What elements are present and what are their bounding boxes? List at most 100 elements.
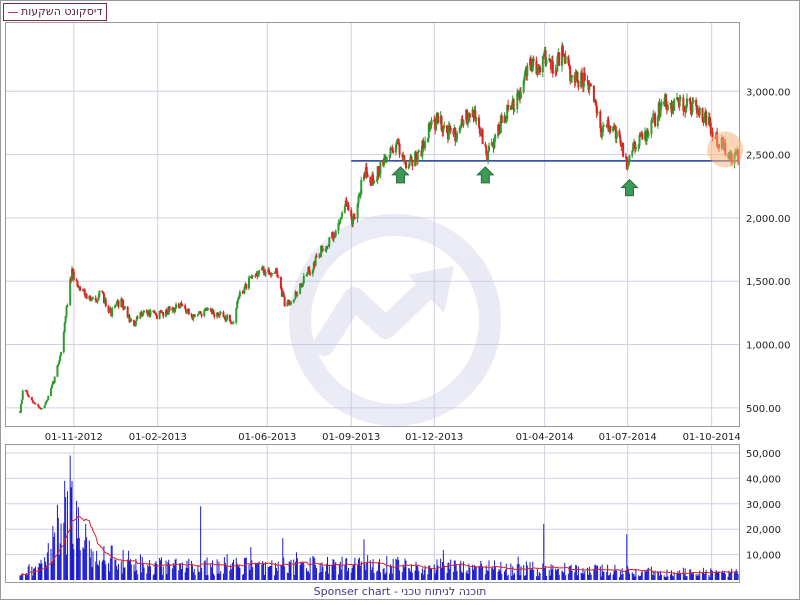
legend-swatch [8, 11, 18, 13]
candle-body [660, 101, 663, 107]
candle-body [347, 205, 350, 211]
y-tick-label: 2,000.00 [746, 214, 791, 225]
candle-body [43, 405, 46, 409]
candle-body [705, 111, 708, 125]
y-tick-label: 1,500.00 [746, 277, 791, 288]
candle-body [50, 384, 53, 389]
candle-body [66, 305, 69, 307]
candle-body [21, 390, 24, 400]
candle-body [162, 312, 165, 317]
candle-body [143, 310, 146, 312]
volume-pane[interactable]: 10,000 20,000 30,000 40,000 50,000 [5, 444, 781, 583]
candle-body [353, 217, 356, 219]
candle-body [392, 150, 395, 153]
candle-body [443, 125, 446, 128]
candle-body [430, 119, 433, 126]
candle-body [654, 113, 657, 127]
candle-body [264, 271, 267, 276]
candle-body [577, 81, 580, 88]
candle-body [666, 104, 669, 110]
candle-body [477, 117, 480, 128]
candle-body [238, 291, 241, 297]
candle-body [203, 310, 206, 316]
y-tick-label: 1,000.00 [746, 341, 791, 352]
candle-body [449, 127, 452, 131]
candle-body [532, 58, 535, 61]
candle-body [206, 308, 209, 310]
candle-body [113, 306, 116, 309]
candle-body [609, 125, 612, 132]
candle-body [194, 315, 197, 317]
series-legend[interactable]: דיסקונט השקעות [3, 3, 108, 21]
footer-caption: Sponser chart - תוכנה לניתוח טכני [313, 585, 487, 598]
volume-chart[interactable]: 10,000 20,000 30,000 40,000 50,000 [6, 445, 800, 605]
candle-body [200, 313, 203, 316]
candle-body [698, 107, 701, 116]
candle-body [85, 294, 88, 299]
candle-body [487, 145, 490, 152]
candle-body [564, 56, 567, 64]
candle-body [634, 147, 637, 150]
candle-body [302, 275, 305, 284]
candle-body [615, 130, 618, 139]
candle-body [258, 270, 261, 275]
candle-body [416, 152, 419, 163]
price-chart[interactable]: 500.00 1,000.00 1,500.00 2,000.00 2,500.00 3,… [6, 23, 800, 453]
candle-body [641, 133, 644, 140]
candle-body [545, 59, 548, 65]
candle-body [583, 72, 586, 81]
candle-body [685, 98, 688, 107]
candle-body [213, 314, 216, 317]
candle-body [602, 125, 605, 133]
candle-body [373, 180, 376, 184]
candle-body [341, 212, 344, 217]
candle-body [551, 61, 554, 74]
x-tick-label: 01-11-2012 [45, 432, 103, 443]
candle-body [136, 317, 139, 319]
candle-body [232, 322, 235, 324]
candle-body [350, 210, 353, 217]
support-arrow [620, 178, 639, 197]
candle-body [389, 148, 392, 156]
candle-body [576, 71, 579, 82]
x-tick-label: 01-12-2013 [405, 432, 463, 443]
candle-body [20, 399, 23, 404]
candle-body [314, 256, 317, 266]
candle-body [47, 395, 50, 400]
candle-body [283, 296, 286, 307]
candle-body [72, 271, 75, 280]
y-tick-label: 3,000.00 [746, 87, 791, 98]
candle-body [424, 141, 427, 148]
candle-body [309, 272, 312, 274]
candle-body [539, 66, 542, 73]
candle-body [558, 52, 561, 66]
candle-body [289, 302, 292, 304]
candle-body [75, 279, 78, 281]
candle-body [123, 306, 126, 309]
candle-body [590, 85, 593, 87]
candle-body [652, 113, 655, 121]
candle-body [28, 396, 31, 398]
candle-body [691, 102, 694, 113]
candle-body [398, 143, 401, 155]
candle-body [184, 305, 187, 309]
volume-tick-label: 10,000 [746, 551, 781, 562]
y-tick-label: 500.00 [746, 404, 781, 415]
candle-body [59, 355, 62, 361]
price-pane[interactable]: 500.00 1,000.00 1,500.00 2,000.00 2,500.00 3,… [5, 22, 791, 443]
candle-body [512, 99, 515, 110]
candle-body [339, 219, 342, 223]
x-tick-label: 01-10-2014 [683, 432, 741, 443]
candle-body [526, 65, 529, 77]
candle-body [315, 256, 318, 258]
candle-body [30, 397, 33, 401]
candle-body [245, 283, 248, 289]
volume-tick-label: 40,000 [746, 474, 781, 485]
x-tick-label: 01-06-2013 [238, 432, 296, 443]
candle-body [104, 299, 107, 307]
candle-body [673, 99, 676, 111]
candle-body [19, 403, 22, 413]
candle-body [175, 304, 178, 309]
candle-body [410, 156, 413, 160]
candle-body [56, 365, 59, 377]
